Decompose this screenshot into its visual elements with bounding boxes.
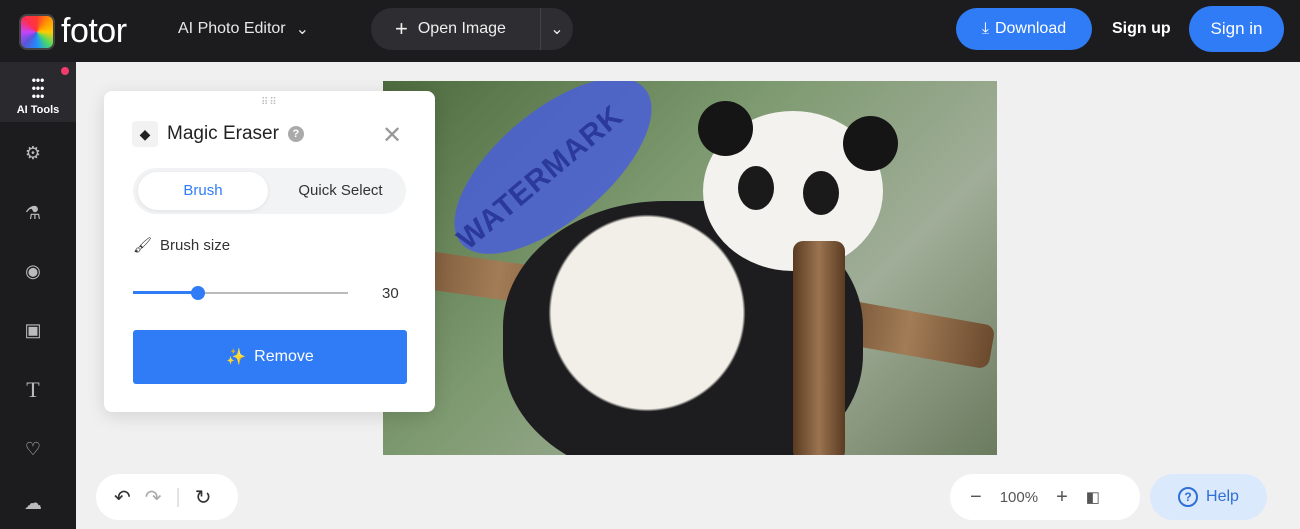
brush-size-value: 30 (382, 285, 399, 302)
magic-eraser-panel: ⠿⠿ ◆ Magic Eraser? ✕ Brush Quick Select 🖌… (104, 91, 435, 412)
elements-icon[interactable]: ♡ (22, 438, 44, 460)
logo-icon (19, 13, 55, 50)
chevron-down-icon: ⌄ (550, 21, 564, 38)
adjust-sliders-icon[interactable]: ⚙ (22, 142, 44, 164)
remove-button[interactable]: ✨ Remove (133, 330, 407, 384)
download-icon: ⤓ (981, 20, 989, 37)
help-button[interactable]: ? Help (1150, 474, 1267, 520)
close-icon[interactable]: ✕ (382, 121, 402, 150)
eye-icon[interactable]: ◉ (22, 260, 44, 282)
brush-size-slider[interactable] (133, 286, 348, 300)
brush-icon: 🖌 (133, 237, 153, 254)
panel-title: Magic Eraser (167, 123, 279, 144)
notification-dot (61, 67, 69, 75)
magic-wand-icon: ✨ (226, 349, 247, 366)
download-button[interactable]: ⤓ Download (956, 8, 1092, 50)
post (793, 241, 845, 455)
image-canvas[interactable]: WATERMARK (383, 81, 997, 455)
redo-icon[interactable]: ↷ (145, 485, 162, 510)
open-image-dropdown[interactable]: ⌄ (541, 19, 573, 39)
grid-icon: ••• ••• ••• (31, 73, 45, 103)
undo-icon[interactable]: ↶ (114, 485, 131, 510)
help-icon[interactable]: ? (287, 126, 304, 142)
chevron-down-icon: ⌄ (295, 21, 310, 38)
plus-icon: + (395, 16, 408, 41)
sidebar: ••• ••• ••• AI Tools ⚙ ⚗ ◉ ▣ T ♡ ☁ (0, 62, 76, 529)
eraser-icon: ◆ (132, 121, 158, 147)
top-bar: fotor AI Photo Editor ⌄ + Open Image ⌄ ⤓ Do… (0, 0, 1300, 62)
tab-brush[interactable]: Brush (138, 172, 268, 210)
sign-in-button[interactable]: Sign in (1189, 6, 1284, 52)
zoom-level: 100% (999, 488, 1039, 506)
history-toolbar: ↶ ↷ | ↻ (96, 474, 238, 520)
zoom-out-icon[interactable]: − (970, 486, 982, 509)
slider-thumb[interactable] (190, 286, 205, 300)
zoom-controls: − 100% + ◧ (950, 474, 1140, 520)
compare-icon[interactable]: ◧ (1086, 488, 1100, 506)
reset-icon[interactable]: ↻ (195, 485, 212, 510)
tab-quick-select[interactable]: Quick Select (283, 172, 398, 210)
sign-up-link[interactable]: Sign up (1112, 20, 1171, 38)
frame-icon[interactable]: ▣ (22, 319, 44, 341)
zoom-in-icon[interactable]: + (1056, 486, 1068, 509)
drag-handle-icon[interactable]: ⠿⠿ (261, 97, 278, 108)
mode-toggle: Brush Quick Select (133, 168, 406, 214)
text-icon[interactable]: T (22, 379, 44, 401)
ai-photo-editor-menu[interactable]: AI Photo Editor ⌄ (178, 19, 309, 39)
cloud-upload-icon[interactable]: ☁ (22, 492, 44, 514)
question-icon: ? (1178, 487, 1199, 507)
open-image-group: + Open Image ⌄ (371, 8, 573, 50)
fotor-logo[interactable]: fotor (19, 12, 127, 51)
flask-icon[interactable]: ⚗ (22, 202, 44, 224)
open-image-button[interactable]: + Open Image (371, 8, 541, 50)
